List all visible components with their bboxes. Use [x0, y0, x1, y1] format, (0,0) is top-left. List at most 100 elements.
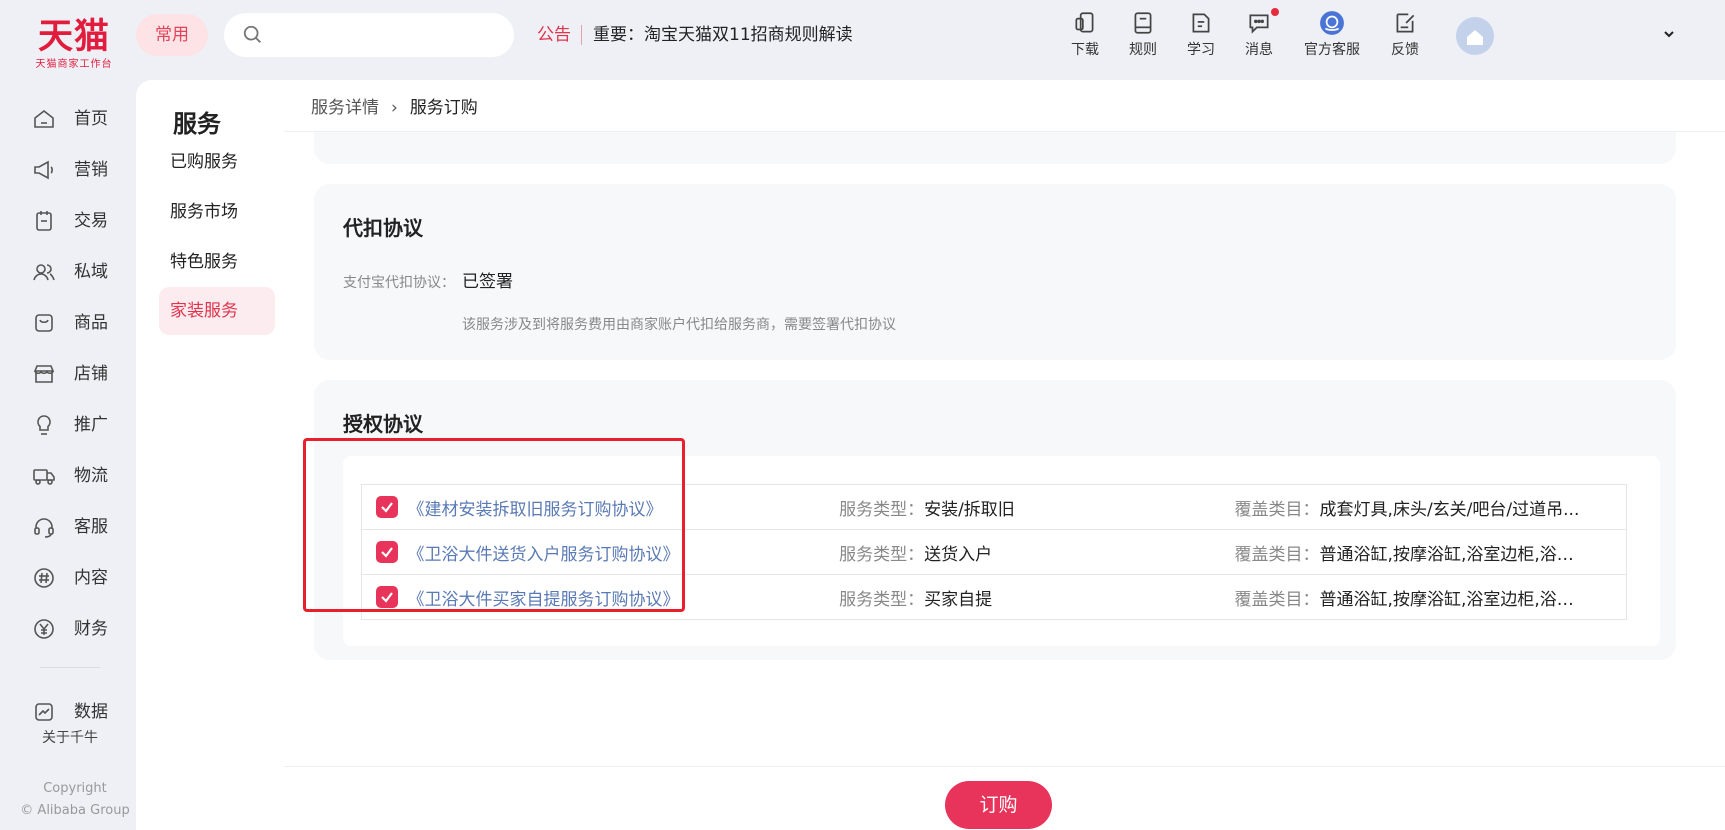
cover-category-label: 覆盖类目：: [1234, 544, 1320, 565]
checkmark-icon: [381, 502, 393, 513]
agreement-link[interactable]: 《建材安装拆取旧服务订购协议》: [407, 500, 662, 520]
home-icon: [34, 109, 54, 128]
nav-label: 店铺: [74, 364, 108, 384]
chevron-down-icon[interactable]: [1661, 26, 1677, 42]
nav-item-home[interactable]: 首页: [30, 102, 130, 136]
service-type-label: 服务类型：: [839, 589, 925, 610]
tool-label: 下载: [1071, 42, 1099, 58]
search-icon: [243, 25, 261, 43]
service-type-value: 送货入户: [924, 544, 993, 565]
nav-label: 物流: [74, 466, 108, 486]
nav-item-logistics[interactable]: 物流: [30, 459, 130, 493]
tool-rules[interactable]: 规则: [1111, 10, 1175, 64]
copyright: Copyright © Alibaba Group: [20, 778, 130, 822]
cover-category-value: 普通浴缸,按摩浴缸,浴室边柜,浴室...: [1319, 544, 1590, 565]
nav-item-trade[interactable]: 交易: [30, 204, 130, 238]
truck-icon: [33, 469, 55, 485]
previous-card-bottom: [314, 132, 1676, 164]
nav-item-finance[interactable]: 财务: [30, 612, 130, 646]
service-type-label: 服务类型：: [839, 544, 925, 565]
cover-category-value: 成套灯具,床头/玄关/吧台/过道吊...: [1319, 499, 1580, 520]
agreement-link[interactable]: 《卫浴大件买家自提服务订购协议》: [407, 590, 679, 610]
tool-customer-service[interactable]: 官方客服: [1300, 10, 1364, 64]
service-menu-purchased[interactable]: 已购服务: [159, 138, 275, 186]
agreement-checkbox[interactable]: [376, 586, 398, 608]
customer-service-icon: [1320, 11, 1344, 35]
service-menu-home-decor[interactable]: 家装服务: [159, 287, 275, 335]
tool-messages[interactable]: 消息: [1227, 8, 1291, 64]
nav-label: 内容: [74, 568, 108, 588]
nav-label: 私域: [74, 262, 108, 282]
withholding-title: 代扣协议: [343, 216, 423, 240]
notice-link[interactable]: 重要：淘宝天猫双11招商规则解读: [593, 23, 853, 47]
breadcrumb-separator: ›: [391, 98, 398, 118]
tool-download[interactable]: 下载: [1053, 10, 1117, 64]
authorization-card: 授权协议 《建材安装拆取旧服务订购协议》 服务类型：安装/拆取旧 覆盖类目：成套…: [314, 380, 1676, 660]
common-button[interactable]: 常用: [136, 14, 208, 56]
copyright-line: © Alibaba Group: [20, 803, 130, 818]
nav-label: 数据: [74, 702, 108, 722]
withholding-status: 已签署: [462, 272, 513, 292]
cover-category-label: 覆盖类目：: [1234, 589, 1320, 610]
lightbulb-icon: [37, 415, 51, 435]
nav-item-store[interactable]: 店铺: [30, 357, 130, 391]
tmall-logo[interactable]: 天猫 天猫商家工作台: [26, 16, 122, 78]
search-box[interactable]: [224, 13, 514, 57]
store-icon: [33, 365, 55, 383]
top-bar: 天猫 天猫商家工作台 常用 公告 重要：淘宝天猫双11招商规则解读 下载 规则 …: [0, 0, 1725, 80]
nav-item-service[interactable]: 客服: [30, 510, 130, 544]
agreement-row: 《卫浴大件送货入户服务订购协议》 服务类型：送货入户 覆盖类目：普通浴缸,按摩浴…: [361, 529, 1627, 575]
agreement-link[interactable]: 《卫浴大件送货入户服务订购协议》: [407, 545, 679, 565]
learn-icon: [1192, 13, 1210, 33]
nav-item-content[interactable]: 内容: [30, 561, 130, 595]
nav-divider: [40, 667, 100, 668]
about-link[interactable]: 关于千牛: [42, 728, 122, 748]
authorization-title: 授权协议: [343, 412, 423, 436]
order-button[interactable]: 订购: [945, 781, 1052, 829]
nav-item-private-domain[interactable]: 私域: [30, 255, 130, 289]
content-panel: 服务 已购服务 服务市场 特色服务 家装服务 服务详情 › 服务订购 代扣协议 支付…: [136, 80, 1725, 830]
footer-divider: [284, 766, 1725, 767]
nav-label: 首页: [74, 109, 108, 129]
service-menu-featured[interactable]: 特色服务: [159, 238, 275, 286]
tool-label: 消息: [1245, 42, 1273, 58]
yen-icon: [34, 619, 54, 639]
nav-item-data[interactable]: 数据: [30, 695, 130, 729]
message-icon: [1249, 14, 1269, 34]
withholding-card: 代扣协议 支付宝代扣协议： 已签署 该服务涉及到将服务费用由商家账户代扣给服务商…: [314, 184, 1676, 360]
agreement-table: 《建材安装拆取旧服务订购协议》 服务类型：安装/拆取旧 覆盖类目：成套灯具,床头…: [361, 484, 1627, 620]
search-input[interactable]: [272, 21, 502, 49]
agreement-checkbox[interactable]: [376, 541, 398, 563]
logo-main-text: 天猫: [37, 17, 110, 57]
agreement-row: 《卫浴大件买家自提服务订购协议》 服务类型：买家自提 覆盖类目：普通浴缸,按摩浴…: [361, 574, 1627, 620]
tool-label: 反馈: [1391, 42, 1419, 58]
tool-label: 官方客服: [1304, 42, 1360, 58]
checkmark-icon: [381, 592, 393, 603]
headset-icon: [34, 518, 54, 538]
megaphone-icon: [34, 160, 53, 180]
nav-item-products[interactable]: 商品: [30, 306, 130, 340]
avatar-home-icon: [1467, 30, 1483, 45]
nav-label: 推广: [74, 415, 108, 435]
service-menu-market[interactable]: 服务市场: [159, 188, 275, 236]
withholding-description: 该服务涉及到将服务费用由商家账户代扣给服务商，需要签署代扣协议: [462, 317, 896, 333]
nav-label: 营销: [74, 160, 108, 180]
copyright-line: Copyright: [43, 781, 107, 796]
service-type-value: 买家自提: [924, 589, 993, 610]
nav-item-marketing[interactable]: 营销: [30, 153, 130, 187]
breadcrumb-current: 服务订购: [409, 98, 478, 118]
nav-item-promotion[interactable]: 推广: [30, 408, 130, 442]
agreement-checkbox[interactable]: [376, 496, 398, 518]
breadcrumb-parent[interactable]: 服务详情: [311, 98, 379, 118]
product-bag-icon: [35, 314, 53, 332]
download-phone-icon: [1075, 12, 1094, 33]
users-icon: [33, 264, 55, 281]
tool-learn[interactable]: 学习: [1169, 10, 1233, 64]
cover-category-value: 普通浴缸,按摩浴缸,浴室边柜,浴室...: [1319, 589, 1590, 610]
withholding-label: 支付宝代扣协议：: [343, 275, 455, 291]
hash-icon: [34, 568, 54, 588]
notice-tag: 公告: [537, 25, 571, 45]
avatar[interactable]: [1456, 17, 1494, 55]
left-nav: 首页 营销 交易 私域 商品 店铺 推广 物流 客服 内容 财务 数据 关于千牛…: [0, 90, 136, 830]
tool-feedback[interactable]: 反馈: [1373, 10, 1437, 64]
